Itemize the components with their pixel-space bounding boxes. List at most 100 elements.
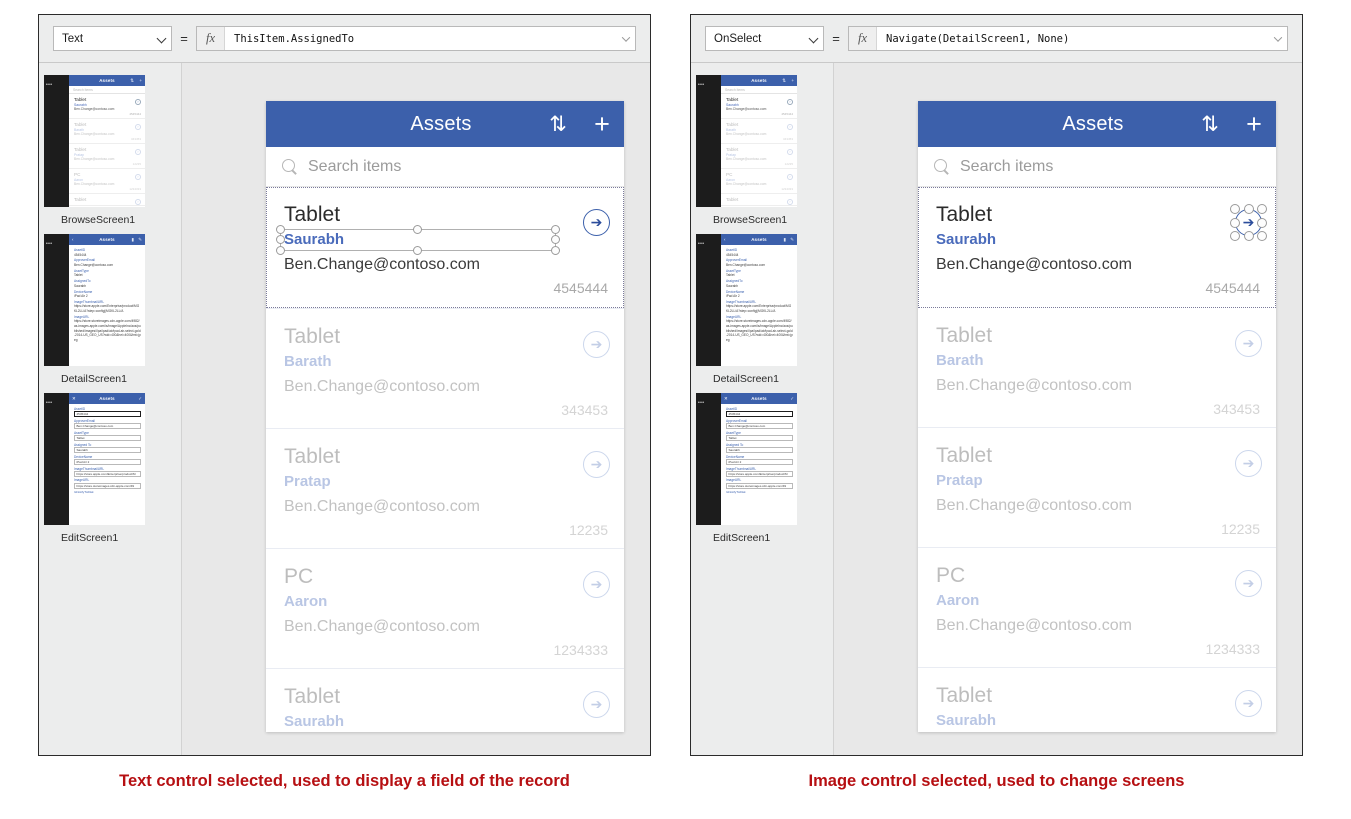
formula-expand-chevron-down-icon[interactable] [1269, 36, 1287, 42]
field-input: 4545444 [726, 411, 793, 418]
search-bar[interactable]: Search items [918, 147, 1276, 187]
gallery-item[interactable]: Tablet Saurabh ➔ [266, 669, 624, 732]
next-arrow-icon[interactable]: ➔ [1235, 330, 1262, 357]
plus-icon[interactable]: + [580, 109, 624, 140]
item-title: Tablet [936, 444, 993, 467]
plus-icon[interactable]: + [1232, 109, 1276, 140]
next-arrow-icon: › [135, 174, 141, 180]
gallery-item[interactable]: Tablet Pratap Ben.Change@contoso.com 122… [918, 428, 1276, 548]
property-dropdown-label: Text [62, 32, 84, 45]
thumbnail-image[interactable]: ••• Assets ⇅ + Search items Tablet Saura… [44, 75, 145, 207]
thumb-header: ✕ Assets ✓ [69, 393, 145, 404]
item-assigned-to[interactable]: Saurabh [284, 228, 608, 252]
next-arrow-icon[interactable]: ➔ [583, 331, 610, 358]
gallery-item[interactable]: Tablet Saurabh Ben.Change@contoso.com 45… [266, 187, 624, 309]
gallery-item[interactable]: Tablet Saurabh ➔ [918, 668, 1276, 732]
formula-input-wrapper[interactable]: fx Navigate(DetailScreen1, None) [848, 26, 1288, 51]
back-arrow-icon: ‹ [72, 237, 74, 242]
thumb-row: Tablet Saurabh Ben.Change@contoso.com 45… [721, 94, 797, 119]
close-icon: ✕ [724, 395, 728, 401]
app-header: Assets ⇅ + [266, 101, 624, 147]
thumb-row-title: Tablet [74, 196, 87, 202]
thumb-header-title: Assets [99, 78, 115, 83]
search-bar[interactable]: Search items [266, 147, 624, 187]
next-arrow-icon[interactable]: ➔ [583, 209, 610, 236]
next-arrow-icon[interactable]: ➔ [1235, 450, 1262, 477]
field-input: https://store.apple.com/Enterprise/produ… [726, 470, 793, 477]
gallery-item[interactable]: Tablet Saurabh Ben.Change@contoso.com 45… [918, 187, 1276, 308]
thumb-detail-fields: AssetID 4545444 ApproverEmail Ben.Change… [69, 245, 145, 342]
next-arrow-icon[interactable]: ➔ [583, 571, 610, 598]
item-email: Ben.Change@contoso.com [284, 498, 480, 515]
screenshot-root: Text = fx ThisItem.AssignedTo ••• Assets… [0, 0, 1351, 819]
gallery-item[interactable]: PC Aaron Ben.Change@contoso.com 1234333 … [266, 549, 624, 669]
field-input: https://store.storeimages.cdn-apple.com/… [726, 482, 793, 489]
edit-pencil-icon: ✎ [790, 236, 794, 242]
item-title: Tablet [284, 325, 341, 348]
thumb-row-num: 4545444 [781, 111, 793, 116]
formula-input-wrapper[interactable]: fx ThisItem.AssignedTo [196, 26, 636, 51]
next-arrow-icon[interactable]: ➔ [583, 691, 610, 718]
next-arrow-icon[interactable]: ➔ [1235, 570, 1262, 597]
item-email: Ben.Change@contoso.com [936, 377, 1132, 394]
field-value: Tablet [726, 273, 735, 278]
field-input: Ben.Change@contoso.com [726, 423, 793, 430]
thumbnail-editscreen1[interactable]: ••• ✕ Assets ✓ AssetID 4545444 ApproverE… [691, 393, 833, 544]
next-arrow-icon[interactable]: ➔ [1235, 690, 1262, 717]
formula-expand-chevron-down-icon[interactable] [617, 36, 635, 42]
thumb-row-num: 12235 [132, 161, 141, 166]
formula-input[interactable]: ThisItem.AssignedTo [225, 33, 617, 45]
item-title: Tablet [284, 685, 341, 708]
search-input[interactable]: Search items [960, 158, 1053, 176]
next-arrow-icon[interactable]: ➔ [583, 451, 610, 478]
thumbnail-browsescreen1[interactable]: ••• Assets ⇅ + Search items Tablet Saura… [691, 75, 833, 226]
thumb-row: Tablet Barath Ben.Change@contoso.com 343… [69, 119, 145, 144]
property-dropdown[interactable]: OnSelect [705, 26, 824, 51]
thumb-header-title: Assets [751, 237, 767, 242]
gallery-item[interactable]: Tablet Barath Ben.Change@contoso.com 343… [266, 309, 624, 429]
field-input: https://store.storeimages.cdn-apple.com/… [74, 482, 141, 489]
field-input: Ben.Change@contoso.com [74, 423, 141, 430]
fx-icon: fx [849, 27, 877, 50]
thumbnail-detailscreen1[interactable]: ••• ‹ Assets ▮ ✎ AssetID 4545444 Approve… [691, 234, 833, 385]
thumbnail-browsescreen1[interactable]: ••• Assets ⇅ + Search items Tablet Saura… [39, 75, 181, 226]
item-title: Tablet [284, 445, 341, 468]
panel-left: Text = fx ThisItem.AssignedTo ••• Assets… [38, 14, 651, 756]
app-header: Assets ⇅ + [918, 101, 1276, 147]
gallery-item[interactable]: Tablet Pratap Ben.Change@contoso.com 122… [266, 429, 624, 549]
thumbnail-label: DetailScreen1 [61, 373, 127, 385]
chevron-down-icon [158, 34, 167, 43]
field-value: Ben.Change@contoso.com [726, 262, 766, 267]
gallery-item[interactable]: Tablet Barath Ben.Change@contoso.com 343… [918, 308, 1276, 428]
search-input[interactable]: Search items [308, 158, 401, 176]
page-title: Assets [1062, 112, 1124, 135]
formula-input[interactable]: Navigate(DetailScreen1, None) [877, 33, 1269, 45]
thumb-header-title: Assets [99, 237, 115, 242]
thumbnail-image[interactable]: ••• Assets ⇅ + Search items Tablet Saura… [696, 75, 797, 207]
thumbnail-detailscreen1[interactable]: ••• ‹ Assets ▮ ✎ AssetID 4545444 Approve… [39, 234, 181, 385]
thumbnail-image[interactable]: ••• ‹ Assets ▮ ✎ AssetID 4545444 Approve… [44, 234, 145, 366]
property-dropdown[interactable]: Text [53, 26, 172, 51]
thumbnail-image[interactable]: ••• ✕ Assets ✓ AssetID 4545444 ApproverE… [44, 393, 145, 525]
thumbnail-image[interactable]: ••• ‹ Assets ▮ ✎ AssetID 4545444 Approve… [696, 234, 797, 366]
next-arrow-icon[interactable]: ➔ [1235, 209, 1262, 236]
item-asset-id: 4545444 [553, 280, 608, 296]
sort-icon[interactable]: ⇅ [1188, 112, 1232, 137]
equals-sign: = [180, 31, 188, 46]
item-assigned-to: Pratap [936, 472, 983, 489]
thumb-row: PC Aaron Ben.Change@contoso.com 1234333 … [721, 169, 797, 194]
thumb-row: Tablet Barath Ben.Change@contoso.com 343… [721, 119, 797, 144]
screen-thumbnail-rail-left: ••• Assets ⇅ + Search items Tablet Saura… [39, 63, 182, 755]
thumbnail-image[interactable]: ••• ✕ Assets ✓ AssetID 4545444 ApproverE… [696, 393, 797, 525]
item-title: Tablet [284, 203, 341, 226]
gallery-item[interactable]: PC Aaron Ben.Change@contoso.com 1234333 … [918, 548, 1276, 668]
field-input: iPad Air 2 [726, 459, 793, 466]
sort-icon[interactable]: ⇅ [536, 112, 580, 137]
thumbnail-phone: ✕ Assets ✓ AssetID 4545444 ApproverEmail… [69, 393, 145, 525]
item-title: Tablet [936, 324, 993, 347]
thumbnail-label: BrowseScreen1 [61, 214, 136, 226]
thumbnail-editscreen1[interactable]: ••• ✕ Assets ✓ AssetID 4545444 ApproverE… [39, 393, 181, 544]
field-value: Ben.Change@contoso.com [74, 262, 114, 267]
thumb-row: PC Aaron Ben.Change@contoso.com 1234333 … [69, 169, 145, 194]
item-assigned-to: Aaron [284, 593, 328, 610]
